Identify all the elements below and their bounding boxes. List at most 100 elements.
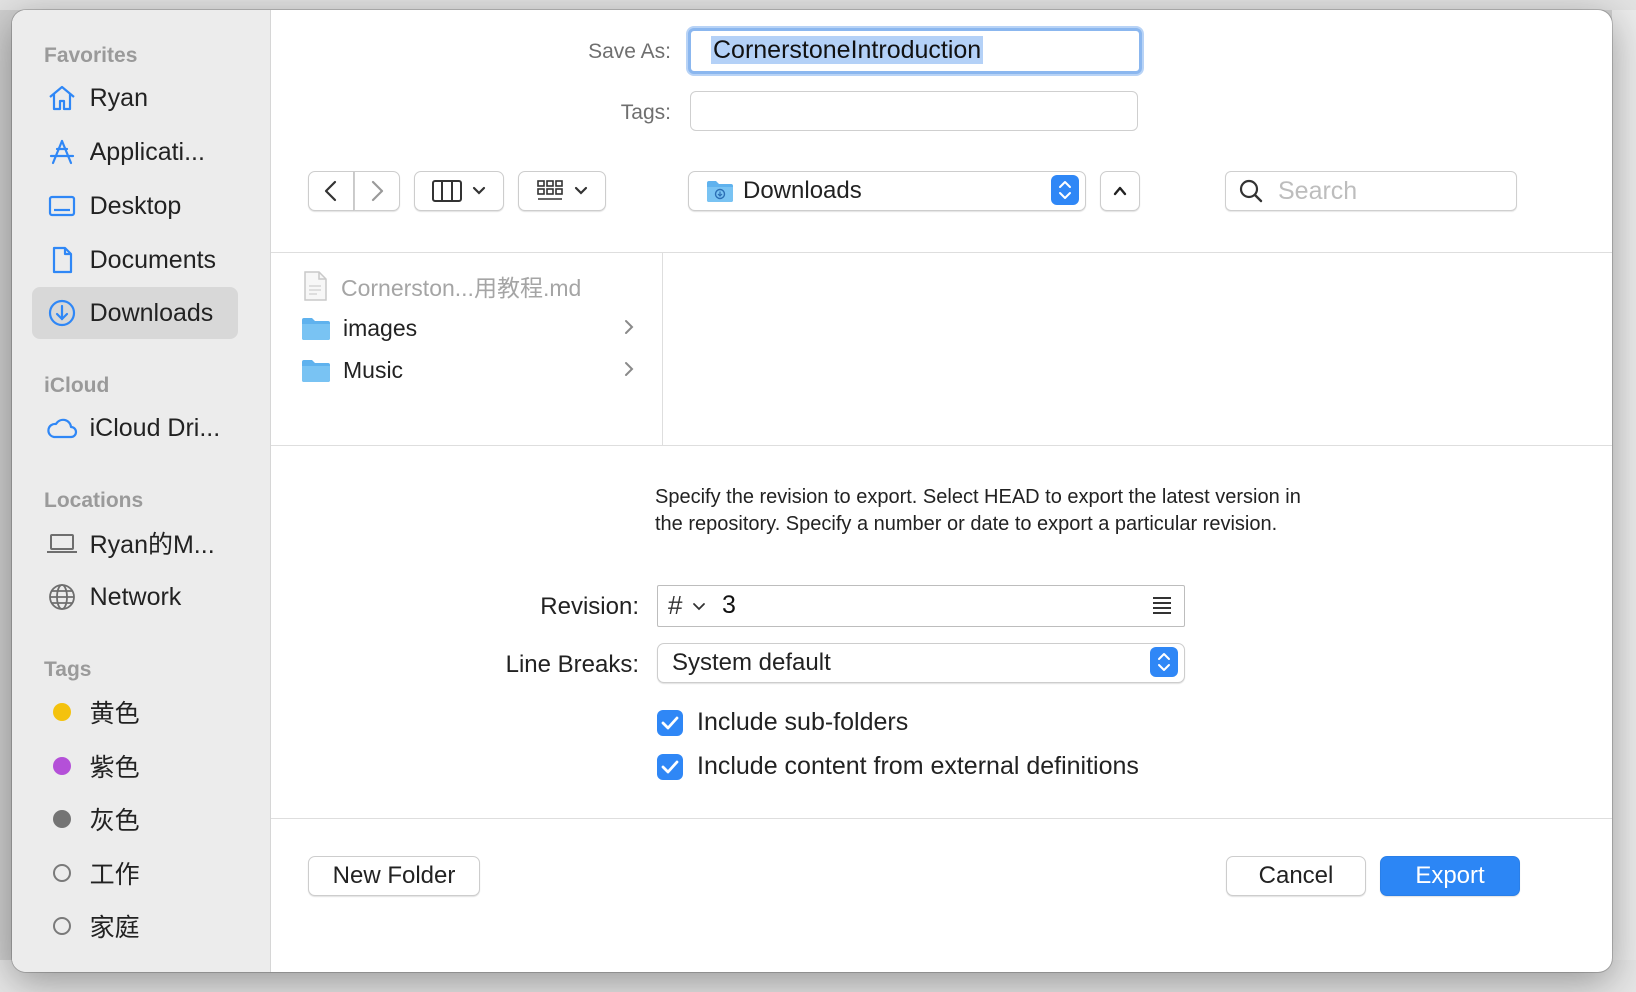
sidebar-header-tags: Tags <box>44 658 92 681</box>
hollow-tag-dot-icon <box>52 864 71 882</box>
chevron-left-icon <box>324 180 337 202</box>
file-row-markdown[interactable]: Cornerston...用教程.md <box>301 267 639 305</box>
new-folder-button[interactable]: New Folder <box>308 856 480 896</box>
file-name: Music <box>343 356 404 383</box>
tags-field[interactable] <box>690 91 1138 131</box>
sidebar-item-network[interactable]: Network <box>32 571 238 623</box>
folder-icon <box>302 360 330 382</box>
sidebar-item-label: Ryan的M... <box>89 531 215 559</box>
export-button[interactable]: Export <box>1380 856 1520 896</box>
updown-chevron-icon <box>1158 653 1170 671</box>
revision-field[interactable]: # 3 <box>657 585 1185 627</box>
search-field[interactable]: Search <box>1225 171 1517 211</box>
save-dialog: Favorites Ryan Applicati... Desktop Docu… <box>12 10 1612 972</box>
yellow-tag-dot-icon <box>52 703 71 721</box>
background-window-top <box>0 0 1636 10</box>
forward-button[interactable] <box>354 171 400 211</box>
home-icon <box>44 80 80 116</box>
chevron-right-icon <box>625 362 634 376</box>
main-panel: Save As: CornerstoneIntroduction Tags: D… <box>271 10 1612 972</box>
save-as-field[interactable]: CornerstoneIntroduction <box>688 28 1142 74</box>
chevron-down-icon <box>692 603 705 611</box>
sidebar-item-ryan-mac[interactable]: Ryan的M... <box>32 517 238 569</box>
checkmark-icon <box>661 760 679 773</box>
gray-tag-dot-icon <box>52 810 71 828</box>
checkmark-icon <box>661 716 679 729</box>
save-as-text: CornerstoneIntroduction <box>711 36 984 64</box>
collapse-button[interactable] <box>1100 171 1140 211</box>
file-row-music[interactable]: Music <box>301 351 639 389</box>
sidebar-item-ryan[interactable]: Ryan <box>32 72 238 124</box>
sidebar-tag-work[interactable]: 工作 <box>32 847 238 899</box>
file-row-images[interactable]: images <box>301 309 639 347</box>
hash-symbol: # <box>668 590 683 620</box>
sidebar-header-icloud: iCloud <box>44 374 110 397</box>
sidebar-tag-yellow[interactable]: 黄色 <box>32 686 238 738</box>
line-breaks-value: System default <box>672 649 831 676</box>
include-external-checkbox[interactable] <box>657 753 683 780</box>
revision-label: Revision: <box>540 593 639 620</box>
sidebar-item-label: 紫色 <box>89 754 140 782</box>
location-popup[interactable]: Downloads <box>688 171 1086 211</box>
sidebar-item-label: iCloud Dri... <box>89 413 221 442</box>
sidebar-header-locations: Locations <box>44 489 144 512</box>
sidebar-item-applications[interactable]: Applicati... <box>32 126 238 178</box>
sidebar-tag-purple[interactable]: 紫色 <box>32 740 238 792</box>
sidebar-item-downloads[interactable]: Downloads <box>32 287 238 339</box>
sidebar-item-icloud-drive[interactable]: iCloud Dri... <box>32 402 238 454</box>
sidebar-item-label: 黄色 <box>89 700 140 728</box>
sidebar-item-documents[interactable]: Documents <box>32 234 238 286</box>
line-breaks-popup[interactable]: System default <box>657 643 1185 683</box>
chevron-down-icon <box>574 186 588 195</box>
folder-icon <box>302 318 330 340</box>
group-button[interactable] <box>518 171 606 211</box>
sidebar-item-label: Network <box>89 582 182 611</box>
updown-chevron-icon <box>1059 181 1071 199</box>
cancel-button[interactable]: Cancel <box>1226 856 1366 896</box>
sidebar-tag-home[interactable]: 家庭 <box>32 900 238 952</box>
revision-type-menu[interactable]: # <box>668 590 706 621</box>
save-as-label: Save As: <box>588 40 671 63</box>
grid-icon <box>537 180 563 200</box>
revision-description: Specify the revision to export. Select H… <box>655 486 1301 535</box>
include-subfolders-checkbox[interactable] <box>657 709 683 736</box>
sidebar-tag-gray[interactable]: 灰色 <box>32 793 238 845</box>
tags-label: Tags: <box>620 101 671 124</box>
file-column: Cornerston...用教程.md images Music <box>271 253 662 445</box>
columns-view-icon <box>432 180 462 202</box>
back-button[interactable] <box>308 171 354 211</box>
view-columns-button[interactable] <box>414 171 504 211</box>
sidebar-item-label: Downloads <box>89 298 214 327</box>
sidebar-item-label: Documents <box>89 245 217 274</box>
cloud-icon <box>44 410 80 446</box>
sidebar-header-favorites: Favorites <box>44 44 138 67</box>
location-stepper <box>1051 175 1079 205</box>
sidebar-item-label: Ryan <box>89 83 148 112</box>
sidebar: Favorites Ryan Applicati... Desktop Docu… <box>12 10 271 972</box>
globe-icon <box>44 579 80 615</box>
list-icon[interactable] <box>1150 595 1174 617</box>
sidebar-item-label: Desktop <box>89 191 182 220</box>
line-breaks-label: Line Breaks: <box>505 651 639 678</box>
include-external-label: Include content from external definition… <box>697 752 1139 780</box>
include-subfolders-option[interactable]: Include sub-folders <box>657 708 908 737</box>
downloads-icon <box>44 295 80 331</box>
footer-divider <box>271 818 1612 819</box>
revision-value: 3 <box>722 591 736 619</box>
chevron-right-icon <box>371 180 384 202</box>
sidebar-item-label: 工作 <box>89 861 140 889</box>
hollow-tag-dot-icon <box>52 917 71 935</box>
file-name: images <box>343 314 418 341</box>
sidebar-item-desktop[interactable]: Desktop <box>32 180 238 232</box>
chevron-right-icon <box>625 320 634 334</box>
include-external-option[interactable]: Include content from external definition… <box>657 752 1139 781</box>
column-divider <box>662 253 663 445</box>
markdown-file-icon <box>304 271 327 301</box>
downloads-folder-icon <box>707 181 733 202</box>
line-breaks-stepper <box>1150 647 1178 677</box>
sidebar-item-label: 家庭 <box>89 914 140 942</box>
sidebar-item-label: 灰色 <box>89 807 140 835</box>
desktop-icon <box>44 188 80 224</box>
purple-tag-dot-icon <box>52 757 71 775</box>
search-placeholder: Search <box>1278 177 1358 205</box>
